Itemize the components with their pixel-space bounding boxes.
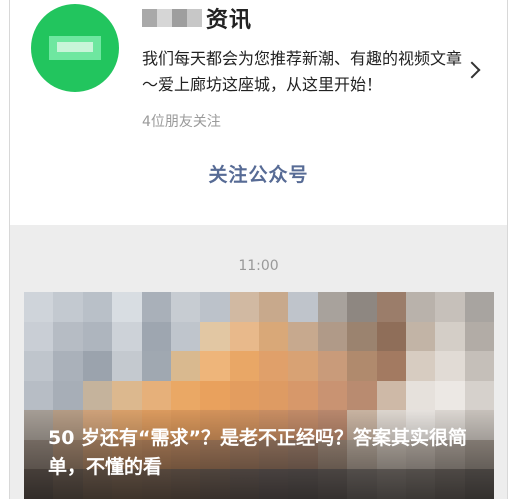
article-title: 50 岁还有“需求”？是老不正经吗？答案其实很简单，不懂的看 [48, 427, 468, 478]
mosaic-tile [200, 351, 230, 381]
account-name: 资讯 [142, 4, 253, 33]
mosaic-tile [82, 292, 113, 322]
avatar-blur-block [57, 42, 93, 52]
mosaic-tile [347, 380, 377, 411]
mosaic-tile [170, 292, 201, 322]
mosaic-tile [229, 380, 259, 411]
mosaic-tile [435, 292, 465, 322]
mosaic-tile [317, 351, 348, 381]
account-avatar[interactable] [31, 4, 119, 92]
mosaic-tile [288, 321, 318, 352]
mosaic-tile [405, 351, 436, 381]
pixelated-name [142, 9, 202, 27]
mosaic-tile [112, 321, 142, 352]
mosaic-tile [376, 351, 406, 381]
mosaic-tile [170, 321, 201, 352]
mosaic-tile [376, 380, 406, 411]
mosaic-tile [170, 351, 201, 381]
mosaic-tile [141, 292, 171, 322]
mosaic-tile [170, 380, 201, 411]
mosaic-tile [259, 292, 289, 322]
mosaic-tile [200, 292, 230, 322]
mosaic-tile [112, 351, 142, 381]
mosaic-tile [259, 351, 289, 381]
mosaic-tile [24, 351, 54, 381]
mosaic-tile [259, 380, 289, 411]
followers-count: 4位朋友关注 [142, 114, 221, 130]
mosaic-tile [464, 351, 494, 381]
mosaic-tile [464, 321, 494, 352]
mosaic-tile [317, 380, 348, 411]
mosaic-tile [405, 321, 436, 352]
mosaic-tile [112, 292, 142, 322]
official-account-card[interactable]: 资讯 我们每天都会为您推荐新潮、有趣的视频文章～爱上廊坊这座城，从这里开始！ 4… [10, 0, 507, 225]
mosaic-tile [82, 380, 113, 411]
mosaic-tile [435, 321, 465, 352]
mosaic-tile [229, 321, 259, 352]
message-timestamp: 11:00 [238, 258, 279, 274]
mosaic-tile [405, 292, 436, 322]
mosaic-tile [141, 321, 171, 352]
mosaic-tile [24, 321, 54, 352]
mosaic-tile [288, 351, 318, 381]
mosaic-tile [141, 351, 171, 381]
mosaic-tile [405, 380, 436, 411]
mosaic-tile [82, 351, 113, 381]
article-card[interactable]: 50 岁还有“需求”？是老不正经吗？答案其实很简单，不懂的看 [24, 292, 494, 499]
mosaic-tile [288, 292, 318, 322]
mosaic-tile [435, 380, 465, 411]
mosaic-tile [112, 380, 142, 411]
mosaic-tile [376, 292, 406, 322]
mosaic-tile [317, 321, 348, 352]
mosaic-tile [347, 351, 377, 381]
mosaic-tile [376, 321, 406, 352]
mosaic-tile [82, 321, 113, 352]
mosaic-tile [317, 292, 348, 322]
mosaic-tile [24, 380, 54, 411]
mosaic-tile [229, 292, 259, 322]
mosaic-tile [141, 380, 171, 411]
mosaic-tile [53, 321, 83, 352]
mosaic-tile [53, 351, 83, 381]
mosaic-tile [229, 351, 259, 381]
mosaic-tile [200, 321, 230, 352]
mosaic-tile [288, 380, 318, 411]
account-description: 我们每天都会为您推荐新潮、有趣的视频文章～爱上廊坊这座城，从这里开始！ [142, 49, 463, 94]
mosaic-tile [53, 380, 83, 411]
chat-window: 资讯 我们每天都会为您推荐新潮、有趣的视频文章～爱上廊坊这座城，从这里开始！ 4… [10, 0, 507, 499]
follow-account-button[interactable]: 关注公众号 [10, 160, 507, 187]
mosaic-tile [259, 321, 289, 352]
account-name-suffix: 资讯 [206, 8, 253, 33]
mosaic-tile [200, 380, 230, 411]
mosaic-tile [464, 380, 494, 411]
mosaic-tile [347, 321, 377, 352]
mosaic-tile [53, 292, 83, 322]
mosaic-tile [435, 351, 465, 381]
mosaic-tile [347, 292, 377, 322]
mosaic-tile [24, 292, 54, 322]
mosaic-tile [464, 292, 494, 322]
